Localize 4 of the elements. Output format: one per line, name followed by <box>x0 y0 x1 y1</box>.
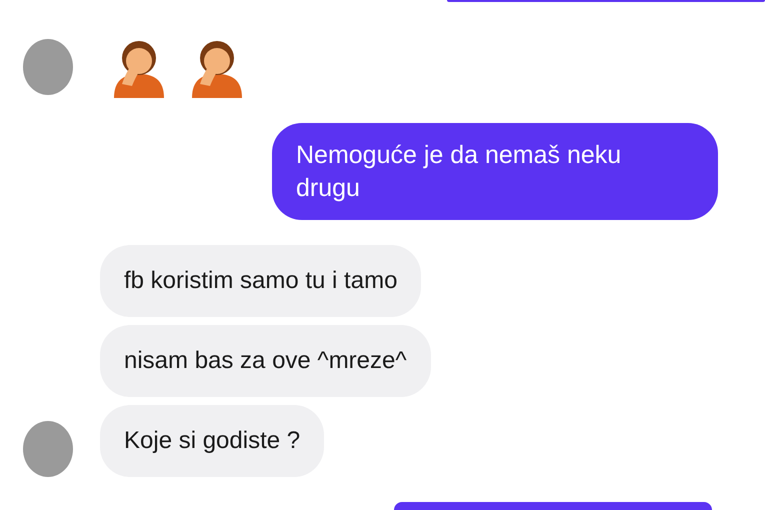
message-bubble: Nemoguće je da nemaš neku drugu <box>272 123 718 220</box>
message-bubble: fb koristim samo tu i tamo <box>100 245 422 318</box>
message-bubble: nisam bas za ove ^mreze^ <box>100 325 431 398</box>
message-bubble: Koje si godiste ? <box>100 405 324 478</box>
